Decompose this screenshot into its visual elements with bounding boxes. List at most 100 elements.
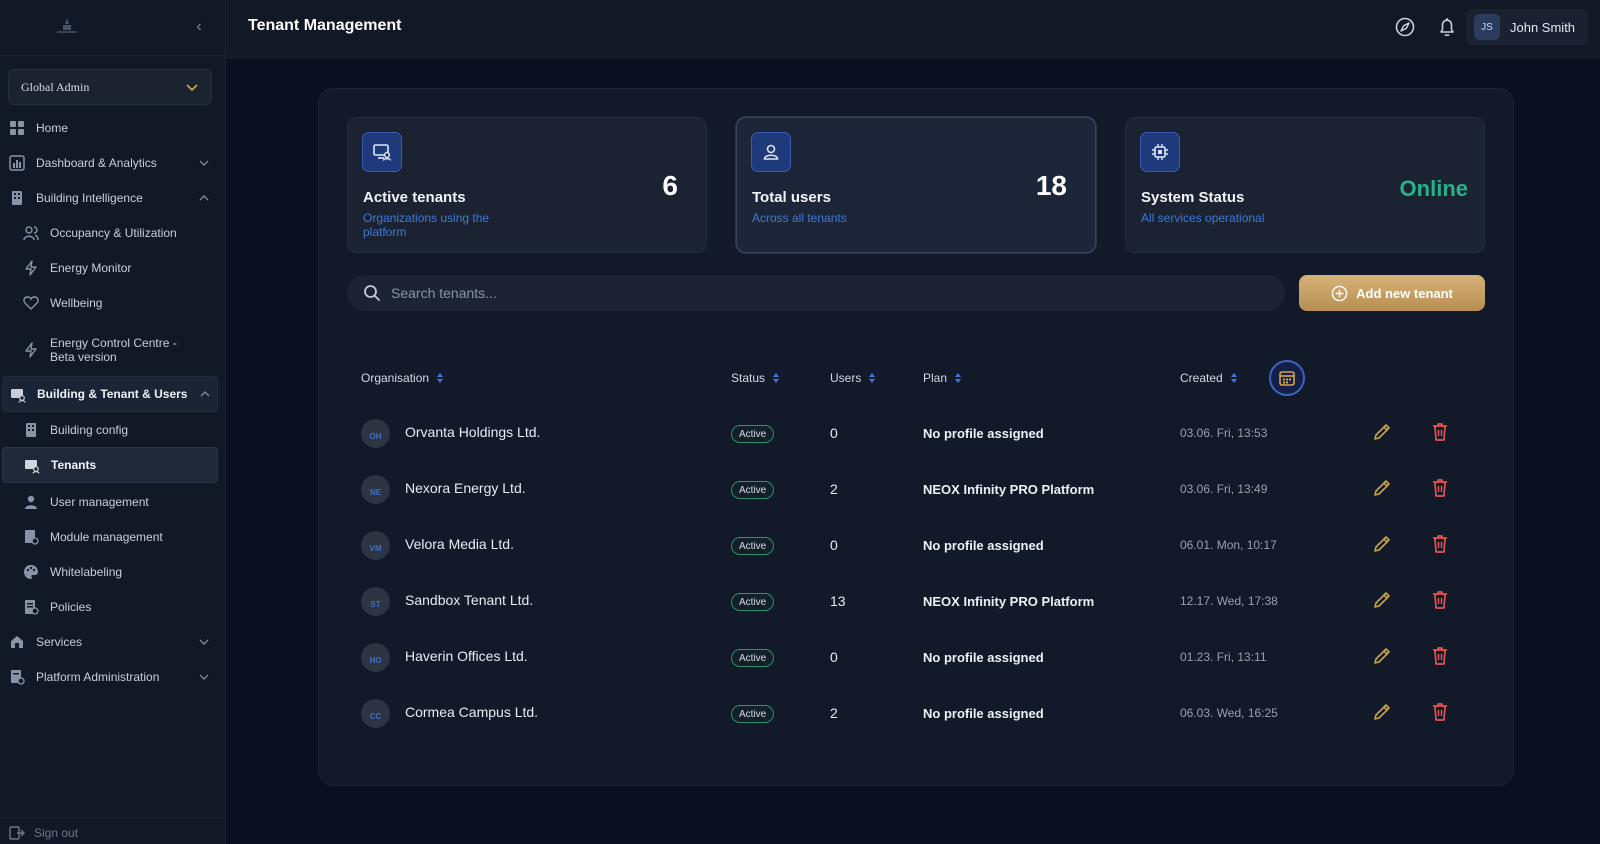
organisation-name: Sandbox Tenant Ltd. bbox=[405, 592, 534, 608]
tenant-avatar: HO bbox=[361, 643, 390, 672]
edit-icon[interactable] bbox=[1371, 645, 1393, 667]
sidebar-item-label: Whitelabeling bbox=[50, 565, 123, 579]
sidebar-item-occupancy[interactable]: Occupancy & Utilization bbox=[0, 216, 226, 250]
delete-icon[interactable] bbox=[1430, 645, 1450, 667]
stat-value: 6 bbox=[662, 170, 678, 201]
sidebar-item-wellbeing[interactable]: Wellbeing bbox=[0, 286, 226, 320]
users-icon bbox=[23, 226, 39, 241]
sidebar-item-dashboard[interactable]: Dashboard & Analytics bbox=[0, 146, 226, 180]
delete-icon[interactable] bbox=[1430, 533, 1450, 555]
sort-icon bbox=[955, 373, 962, 383]
avatar: JS bbox=[1474, 14, 1500, 40]
sidebar-item-building-intelligence[interactable]: Building Intelligence bbox=[0, 181, 226, 215]
stat-card-active-tenants: Active tenants Organizations using the p… bbox=[347, 117, 707, 253]
column-header-created[interactable]: Created bbox=[1180, 371, 1238, 385]
organisation-name: Cormea Campus Ltd. bbox=[405, 704, 539, 720]
chip-icon bbox=[1152, 144, 1168, 160]
user-name: John Smith bbox=[1510, 19, 1576, 35]
sidebar-item-user-management[interactable]: User management bbox=[0, 485, 226, 519]
chevron-down-icon bbox=[199, 160, 209, 166]
sidebar-item-home[interactable]: Home bbox=[0, 111, 226, 145]
monitor-users-icon bbox=[25, 460, 40, 474]
collapse-sidebar-button[interactable]: ‹ bbox=[190, 18, 208, 36]
tenant-panel: Active tenants Organizations using the p… bbox=[318, 88, 1514, 786]
edit-icon[interactable] bbox=[1371, 589, 1393, 611]
status-value: Online bbox=[1399, 176, 1468, 201]
delete-icon[interactable] bbox=[1430, 589, 1450, 611]
organisation-name: Velora Media Ltd. bbox=[405, 536, 514, 552]
tenant-avatar: NE bbox=[361, 475, 390, 504]
column-header-users[interactable]: Users bbox=[830, 371, 876, 385]
user-count: 0 bbox=[830, 537, 838, 553]
sidebar-item-whitelabeling[interactable]: Whitelabeling bbox=[0, 555, 226, 589]
chevron-up-icon bbox=[199, 195, 209, 201]
services-icon bbox=[11, 636, 23, 648]
sidebar-item-policies[interactable]: Policies bbox=[0, 590, 226, 624]
column-label: Plan bbox=[923, 371, 948, 385]
page-title: Tenant Management bbox=[248, 17, 402, 34]
sidebar-item-energy-control-centre[interactable]: Energy Control Centre - Beta version bbox=[0, 327, 226, 373]
sidebar-item-services[interactable]: Services bbox=[0, 625, 226, 659]
bell-icon[interactable] bbox=[1436, 16, 1458, 38]
delete-icon[interactable] bbox=[1430, 701, 1450, 723]
add-tenant-button[interactable]: Add new tenant bbox=[1299, 275, 1485, 311]
sign-out-button[interactable]: Sign out bbox=[9, 825, 78, 841]
created-date: 03.06. Fri, 13:49 bbox=[1180, 482, 1268, 496]
search-input[interactable] bbox=[391, 285, 1251, 301]
created-date: 12.17. Wed, 17:38 bbox=[1180, 594, 1278, 608]
edit-icon[interactable] bbox=[1371, 477, 1393, 499]
sort-icon bbox=[437, 373, 444, 383]
sort-icon bbox=[869, 373, 876, 383]
organisation-name: Orvanta Holdings Ltd. bbox=[405, 424, 541, 440]
admin-icon bbox=[11, 670, 25, 685]
column-label: Organisation bbox=[361, 371, 430, 385]
sidebar-item-module-management[interactable]: Module management bbox=[0, 520, 226, 554]
stat-icon-box bbox=[362, 132, 402, 172]
created-date: 01.23. Fri, 13:11 bbox=[1180, 650, 1267, 664]
user-count: 2 bbox=[830, 481, 838, 497]
sidebar-item-label: Energy Monitor bbox=[50, 261, 132, 275]
plan-name: No profile assigned bbox=[923, 538, 1044, 553]
stat-title: Total users bbox=[752, 189, 831, 206]
user-menu[interactable]: JS John Smith bbox=[1466, 9, 1588, 45]
table-row: OH Orvanta Holdings Ltd. Active 0 No pro… bbox=[347, 405, 1487, 461]
delete-icon[interactable] bbox=[1430, 421, 1450, 443]
user-icon bbox=[763, 144, 779, 160]
sidebar-item-label: Platform Administration bbox=[36, 670, 160, 684]
column-header-status[interactable]: Status bbox=[731, 371, 780, 385]
sidebar-item-building-tenant-users[interactable]: Building & Tenant & Users bbox=[2, 376, 218, 412]
tenant-avatar: CC bbox=[361, 699, 390, 728]
status-badge: Active bbox=[731, 649, 775, 667]
role-select[interactable]: Global Admin bbox=[8, 69, 212, 105]
sidebar-item-energy-monitor[interactable]: Energy Monitor bbox=[0, 251, 226, 285]
sidebar-footer: Sign out bbox=[0, 817, 226, 844]
topbar: Tenant Management JS John Smith bbox=[226, 0, 1600, 58]
stat-card-system-status: System Status All services operational O… bbox=[1125, 117, 1485, 253]
edit-icon[interactable] bbox=[1371, 701, 1393, 723]
column-label: Status bbox=[731, 371, 766, 385]
sidebar-item-platform-administration[interactable]: Platform Administration bbox=[0, 660, 226, 694]
search-box bbox=[347, 275, 1285, 311]
edit-icon[interactable] bbox=[1371, 421, 1393, 443]
column-header-organisation[interactable]: Organisation bbox=[361, 371, 444, 385]
grid-icon bbox=[10, 121, 24, 135]
calendar-icon bbox=[1279, 371, 1295, 386]
compass-icon[interactable] bbox=[1394, 16, 1416, 38]
building-icon bbox=[12, 191, 22, 205]
edit-icon[interactable] bbox=[1371, 533, 1393, 555]
sidebar-item-building-config[interactable]: Building config bbox=[0, 413, 226, 447]
created-date: 06.03. Wed, 16:25 bbox=[1180, 706, 1278, 720]
user-count: 0 bbox=[830, 649, 838, 665]
tenant-avatar: OH bbox=[361, 419, 390, 448]
chevron-down-icon bbox=[186, 84, 198, 92]
date-filter-button[interactable] bbox=[1269, 360, 1305, 396]
user-count: 13 bbox=[830, 593, 846, 609]
sidebar-item-label: Wellbeing bbox=[50, 296, 103, 310]
column-label: Users bbox=[830, 371, 862, 385]
created-date: 06.01. Mon, 10:17 bbox=[1180, 538, 1277, 552]
column-header-plan[interactable]: Plan bbox=[923, 371, 962, 385]
stat-value: 18 bbox=[1035, 170, 1067, 201]
sidebar-item-tenants[interactable]: Tenants bbox=[2, 447, 218, 483]
stat-title: Active tenants bbox=[363, 189, 466, 206]
delete-icon[interactable] bbox=[1430, 477, 1450, 499]
